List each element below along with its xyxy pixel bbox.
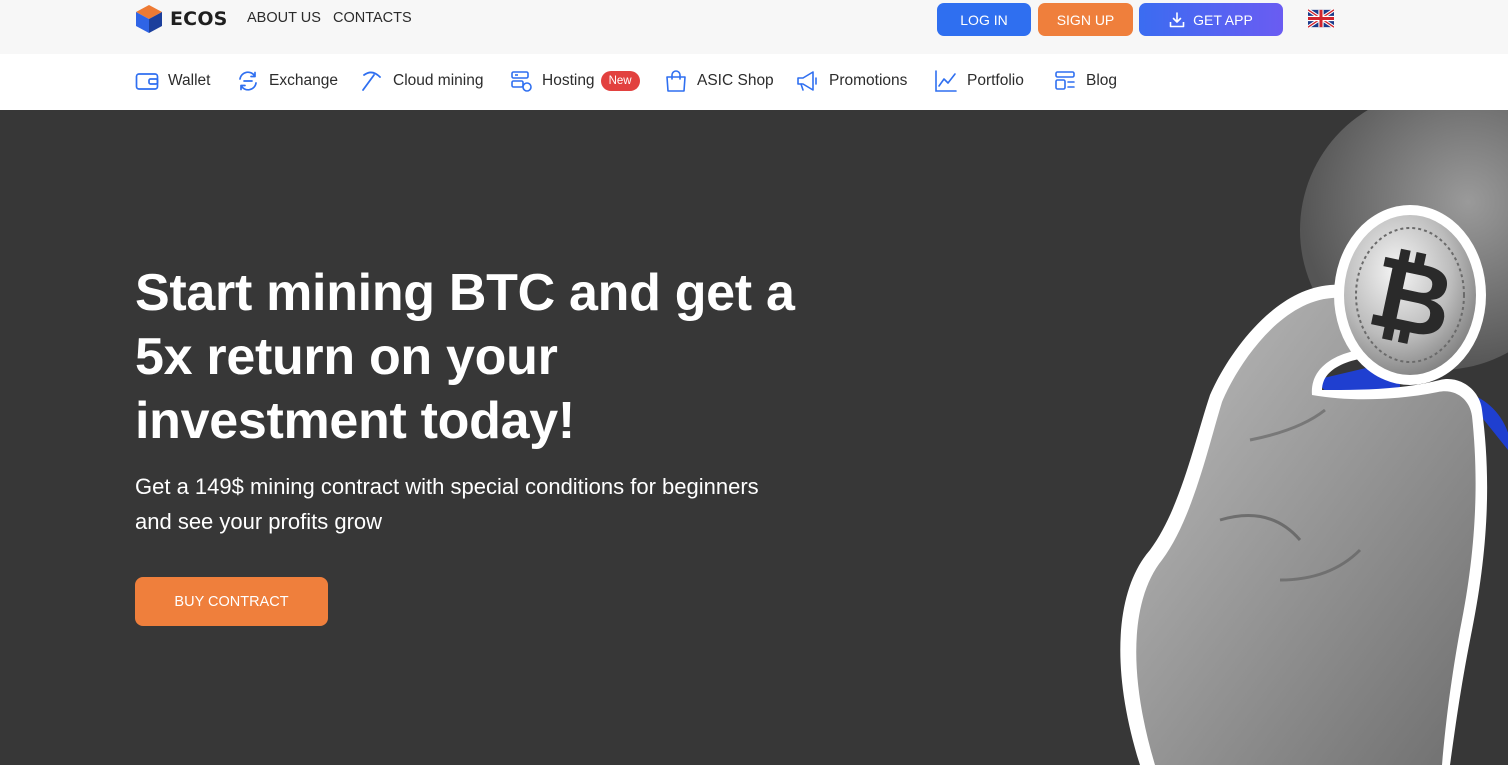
nav-item-hosting[interactable]: Hosting New [509, 68, 640, 94]
nav-item-label: Blog [1086, 72, 1118, 89]
contacts-link[interactable]: CONTACTS [333, 10, 412, 26]
hand-holding-bitcoin-image: ₿ [1120, 110, 1508, 765]
nav-item-cloud-mining[interactable]: Cloud mining [360, 68, 483, 94]
nav-item-label: Exchange [269, 72, 338, 89]
nav-item-label: Wallet [168, 72, 211, 89]
pickaxe-icon [362, 71, 381, 91]
signup-label: SIGN UP [1056, 11, 1115, 28]
logo-cube-icon [136, 5, 162, 33]
nav-item-asic-shop[interactable]: ASIC Shop [664, 68, 774, 94]
login-button[interactable]: LOG IN [937, 3, 1031, 36]
buy-contract-label: BUY CONTRACT [174, 593, 289, 610]
login-label: LOG IN [960, 11, 1008, 28]
nav-item-label: Hosting [542, 72, 595, 89]
nav-item-exchange[interactable]: Exchange [236, 68, 338, 94]
main-nav: Wallet Exchange Cloud mining Hosting New [0, 54, 1508, 110]
nav-item-portfolio[interactable]: Portfolio [934, 68, 1024, 94]
wallet-icon [135, 73, 159, 90]
nav-item-label: ASIC Shop [697, 72, 774, 89]
uk-flag-icon[interactable] [1308, 9, 1334, 28]
shopping-bag-icon [666, 70, 686, 92]
exchange-icon [239, 71, 257, 91]
chart-line-icon [935, 70, 957, 92]
nav-item-label: Promotions [829, 72, 908, 89]
top-bar: ECOS ABOUT US CONTACTS LOG IN SIGN UP GE… [0, 0, 1508, 54]
nav-item-label: Cloud mining [393, 72, 484, 89]
nav-item-promotions[interactable]: Promotions [796, 68, 907, 94]
signup-button[interactable]: SIGN UP [1038, 3, 1133, 36]
nav-item-label: Portfolio [967, 72, 1024, 89]
hero-title: Start mining BTC and get a 5x return on … [135, 264, 795, 450]
blog-icon [1055, 71, 1075, 90]
new-badge: New [600, 71, 640, 91]
get-app-button[interactable]: GET APP [1139, 3, 1283, 36]
megaphone-icon [797, 71, 817, 91]
download-icon [1169, 11, 1185, 27]
get-app-label: GET APP [1193, 11, 1253, 28]
logo[interactable]: ECOS [135, 4, 228, 34]
brand-name: ECOS [170, 8, 228, 30]
hero-section: Start mining BTC and get a 5x return on … [0, 110, 1508, 765]
hero-subtitle: Get a 149$ mining contract with special … [135, 474, 759, 534]
nav-item-wallet[interactable]: Wallet [135, 68, 211, 94]
buy-contract-button[interactable]: BUY CONTRACT [135, 577, 328, 626]
about-us-link[interactable]: ABOUT US [247, 10, 321, 26]
nav-item-blog[interactable]: Blog [1053, 68, 1117, 94]
server-icon [511, 71, 532, 92]
